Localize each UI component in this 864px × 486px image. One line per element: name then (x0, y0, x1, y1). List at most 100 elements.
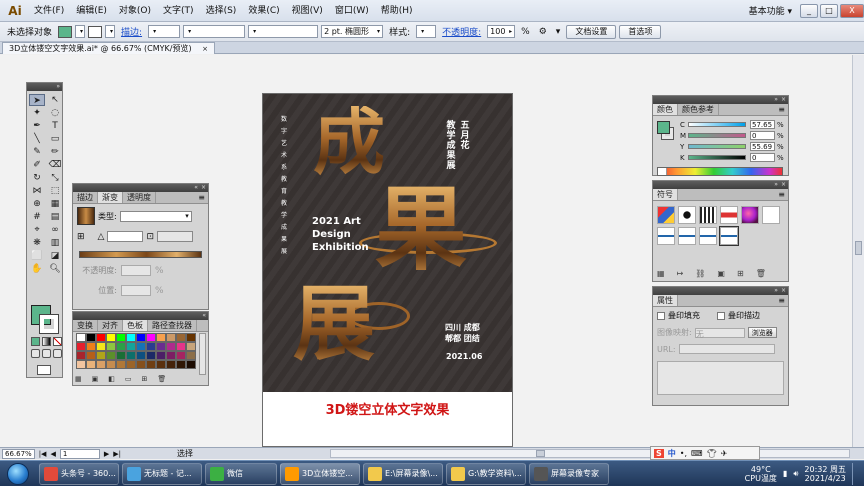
channel-slider[interactable] (688, 133, 746, 138)
first-artboard-button[interactable]: |◀ (39, 450, 47, 458)
swatch[interactable] (166, 333, 176, 342)
swatch[interactable] (136, 360, 146, 369)
tab-align[interactable]: 对齐 (98, 320, 123, 331)
recolor-icon[interactable]: ⚙ (536, 27, 550, 37)
pen-tool-icon[interactable]: ✒ (29, 120, 45, 132)
type-tool-icon[interactable]: T (47, 120, 63, 132)
channel-value-field[interactable]: 0 (750, 131, 775, 140)
swatch[interactable] (86, 342, 96, 351)
overprint-fill-checkbox[interactable] (657, 311, 665, 320)
swatch[interactable] (96, 351, 106, 360)
menu-help[interactable]: 帮助(H) (375, 0, 419, 22)
panel-menu-icon[interactable]: ≡ (198, 192, 208, 203)
fill-dropdown[interactable]: ▾ (75, 25, 86, 38)
swatch[interactable] (86, 351, 96, 360)
swatch[interactable] (186, 351, 196, 360)
swatch[interactable] (136, 342, 146, 351)
gradient-slider[interactable] (79, 251, 202, 258)
symbol-arrow-icon[interactable] (699, 227, 717, 245)
swatch[interactable] (106, 360, 116, 369)
collapse-icon[interactable]: » (774, 96, 778, 104)
clock[interactable]: 20:32 周五 2021/4/23 (804, 465, 846, 483)
swatch[interactable] (126, 342, 136, 351)
draw-behind-icon[interactable] (42, 349, 51, 358)
swatch[interactable] (96, 342, 106, 351)
show-desktop-button[interactable] (852, 462, 860, 485)
horizontal-scrollbar[interactable] (330, 449, 850, 458)
hand-tool-icon[interactable]: ✋ (29, 263, 45, 275)
document-tab[interactable]: 3D立体镂空文字效果.ai* @ 66.67% (CMYK/预览) × (2, 42, 216, 54)
channel-slider[interactable] (688, 144, 746, 149)
close-icon[interactable]: × (781, 181, 786, 189)
swatch-scrollbar[interactable] (199, 333, 206, 375)
channel-value-field[interactable]: 55.69 (750, 142, 775, 151)
workspace-switcher[interactable]: 基本功能 ▾ (743, 4, 798, 17)
menu-effect[interactable]: 效果(C) (242, 0, 285, 22)
delete-swatch-icon[interactable]: 🗑︎ (157, 375, 166, 383)
zoom-tool-icon[interactable]: 🔍︎ (47, 263, 63, 275)
swatch[interactable] (136, 351, 146, 360)
menu-window[interactable]: 窗口(W) (329, 0, 375, 22)
column-graph-tool-icon[interactable]: ▥ (47, 237, 63, 249)
tab-stroke[interactable]: 描边 (73, 192, 98, 203)
notes-area[interactable] (657, 361, 784, 395)
shape-builder-tool-icon[interactable]: ⊕ (29, 198, 45, 210)
scroll-thumb[interactable] (855, 241, 862, 255)
mesh-tool-icon[interactable]: # (29, 211, 45, 223)
menu-edit[interactable]: 编辑(E) (70, 0, 113, 22)
swatch[interactable] (106, 333, 116, 342)
swatch[interactable] (76, 351, 86, 360)
tab-swatches[interactable]: 色板 (123, 320, 148, 331)
symbol-orb-icon[interactable] (741, 206, 759, 224)
next-artboard-button[interactable]: ▶ (104, 450, 109, 458)
panel-header[interactable]: » × (653, 287, 788, 295)
gradient-thumbnail[interactable] (77, 207, 95, 225)
swatch-options-icon[interactable]: ◧ (108, 375, 115, 383)
ime-tools-icon[interactable]: ✈ (721, 449, 728, 458)
taskbar-item[interactable]: 屏幕录像专家 (529, 462, 609, 485)
collapse-icon[interactable]: » (774, 181, 778, 189)
line-tool-icon[interactable]: ╲ (29, 133, 45, 145)
swatch[interactable] (76, 360, 86, 369)
symbol-arrow-icon[interactable] (678, 227, 696, 245)
break-link-icon[interactable]: ⛓ (695, 269, 705, 278)
swatch[interactable] (146, 333, 156, 342)
new-swatch-icon[interactable]: ⊞ (142, 375, 148, 383)
rectangle-tool-icon[interactable]: ▭ (47, 133, 63, 145)
slice-tool-icon[interactable]: ◪ (47, 250, 63, 262)
menu-object[interactable]: 对象(O) (113, 0, 157, 22)
pencil-tool-icon[interactable]: ✏ (47, 146, 63, 158)
menu-type[interactable]: 文字(T) (157, 0, 200, 22)
close-icon[interactable]: × (201, 184, 206, 192)
swatch[interactable] (136, 333, 146, 342)
width-tool-icon[interactable]: ⋈ (29, 185, 45, 197)
swatch[interactable] (106, 342, 116, 351)
symbol-library-icon[interactable]: ▦ (657, 269, 665, 278)
symbol-arrow-icon[interactable] (657, 227, 675, 245)
swatch[interactable] (126, 333, 136, 342)
tab-color[interactable]: 颜色 (653, 104, 678, 115)
stroke-swatch[interactable] (88, 25, 103, 38)
perspective-grid-tool-icon[interactable]: ▦ (47, 198, 63, 210)
swatch[interactable] (106, 351, 116, 360)
swatch[interactable] (156, 333, 166, 342)
minimize-button[interactable]: _ (800, 3, 818, 18)
panel-menu-icon[interactable]: ≡ (778, 189, 788, 200)
panel-header[interactable]: » × (653, 96, 788, 104)
swatch[interactable] (156, 351, 166, 360)
symbol-banner-icon[interactable] (720, 206, 738, 224)
variable-width-dropdown[interactable]: ▾ (183, 25, 246, 38)
scale-tool-icon[interactable]: ⤡ (47, 172, 63, 184)
stroke-weight-field[interactable]: ▾ (148, 25, 181, 38)
menu-view[interactable]: 视图(V) (286, 0, 329, 22)
poster-artwork[interactable]: 数字艺术系教育教学成果展 成 果 展 五月花 教学成果展 2021 Art De… (263, 94, 512, 392)
swatch[interactable] (166, 342, 176, 351)
tab-attributes[interactable]: 属性 (653, 295, 678, 306)
show-kinds-icon[interactable]: ▣ (92, 375, 99, 383)
panel-header[interactable]: « (73, 312, 208, 320)
color-mode-icon[interactable] (31, 337, 40, 346)
stroke-color-box[interactable] (39, 314, 59, 334)
swatch[interactable] (116, 360, 126, 369)
panel-menu-icon[interactable]: ≡ (778, 295, 788, 306)
swatch-library-icon[interactable]: ▦ (75, 375, 82, 383)
